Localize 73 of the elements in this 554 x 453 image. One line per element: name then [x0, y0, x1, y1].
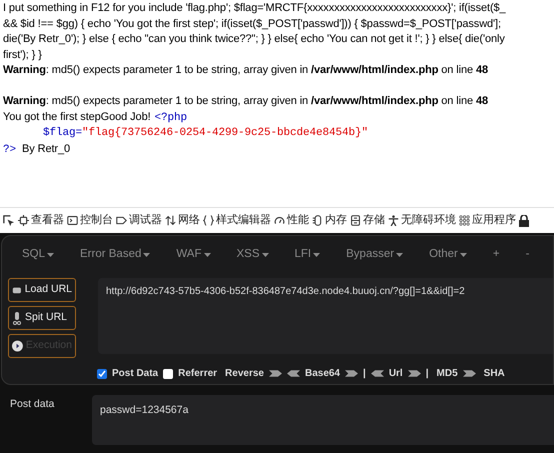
- chevron-right-icon[interactable]: [462, 370, 476, 377]
- devtools-tab[interactable]: 查看器: [18, 212, 64, 229]
- menu-item[interactable]: LFI: [294, 246, 320, 264]
- caret-icon: [313, 253, 320, 257]
- person-icon: [388, 215, 399, 226]
- code-output-line: && $id !== $gg) { echo 'You got the first step'; if(isset($_POST['passwd'])) { $passwd=$_POST['passwd'];: [3, 16, 502, 32]
- devtools-tab[interactable]: 网络: [165, 212, 200, 229]
- result-message: You got the first stepGood Job!: [3, 110, 151, 124]
- php-variable: $flag=: [43, 126, 82, 141]
- caret-icon: [47, 253, 54, 257]
- warning-message: Warning: md5() expects parameter 1 to be string, array given in /var/www/html/index.php on line 48: [3, 63, 490, 78]
- checkbox[interactable]: [97, 368, 107, 378]
- separator: |: [426, 367, 429, 381]
- php-open-tag: <?php: [154, 110, 188, 126]
- caret-icon: [460, 253, 467, 257]
- devtools-tab[interactable]: 控制台: [67, 212, 113, 229]
- devtools-tab[interactable]: 应用程序: [459, 212, 516, 229]
- chevron-right-icon[interactable]: [268, 370, 282, 377]
- devtools-tab[interactable]: 性能: [274, 212, 309, 229]
- separator: |: [363, 367, 366, 381]
- checkbox[interactable]: [163, 368, 174, 378]
- play-icon: [12, 340, 23, 352]
- devtools-tab[interactable]: 无障碍环境: [388, 212, 456, 229]
- author-text: By Retr_0: [22, 142, 70, 156]
- menu-item[interactable]: XSS: [236, 246, 269, 264]
- lock-icon[interactable]: [519, 214, 529, 226]
- chevron-right-icon[interactable]: [345, 370, 358, 377]
- devtools-tab[interactable]: 存储: [350, 212, 385, 229]
- menu-item[interactable]: Bypasser: [346, 246, 404, 264]
- php-close-tag: ?>: [3, 142, 16, 158]
- hackbar-button[interactable]: Load URL: [8, 278, 76, 302]
- encoder-label: Reverse: [225, 367, 264, 381]
- console-icon: [67, 215, 78, 226]
- menu-item[interactable]: SQL: [22, 246, 54, 264]
- post-data-field[interactable]: passwd=1234567a: [92, 395, 554, 445]
- post-data-label: Post data: [10, 397, 56, 412]
- grid-icon: [459, 215, 470, 226]
- menu-item[interactable]: WAF: [176, 246, 210, 264]
- pointer-picker-icon[interactable]: [2, 214, 15, 227]
- chevron-left-icon[interactable]: [286, 370, 300, 377]
- caret-icon: [262, 253, 269, 257]
- frame-icon: [18, 215, 29, 226]
- chevron-right-icon[interactable]: [408, 370, 421, 377]
- storage-icon: [350, 215, 361, 226]
- code-output-line: die('By Retr_0'); } else { echo "can you think twice??"; } } else{ echo 'You can not get it !'; } } else{ die('only: [3, 32, 506, 47]
- arrows-icon: [165, 215, 176, 226]
- caret-icon: [143, 253, 150, 257]
- devtools-tab[interactable]: 内存: [312, 212, 347, 229]
- encoder-label: SHA: [484, 367, 505, 381]
- code-output-line: first'); } }: [3, 48, 43, 62]
- menu-item[interactable]: Error Based: [80, 246, 150, 264]
- flag-string: "flag{73756246-0254-4299-9c25-bbcde4e8454b}": [82, 126, 368, 141]
- braces-icon: [203, 215, 214, 226]
- tag-icon: [116, 215, 127, 226]
- checkbox-label: Post Data: [112, 367, 158, 381]
- encoder-label: Url: [388, 367, 403, 381]
- menu-item[interactable]: Other: [429, 246, 467, 264]
- chevron-left-icon[interactable]: [370, 370, 384, 377]
- caret-icon: [204, 253, 210, 257]
- menu-item[interactable]: -: [526, 246, 530, 264]
- devtools-tab[interactable]: 调试器: [116, 212, 162, 229]
- caret-icon: [396, 253, 404, 257]
- hackbar-button[interactable]: Spit URL: [8, 306, 76, 330]
- code-output-line: I put something in F12 for you include 'flag.php'; $flag='MRCTF{xxxxxxxxxxxxxxxxxxxxxxxxxx}'; if(isset($_: [3, 1, 507, 16]
- warning-message: Warning: md5() expects parameter 1 to be string, array given in /var/www/html/index.php on line 48: [3, 94, 490, 109]
- encoder-label: Base64: [304, 367, 340, 381]
- encoder-label: MD5: [436, 367, 458, 381]
- url-field[interactable]: http://6d92c743-57b5-4306-b52f-836487e74d3e.node4.buuoj.cn/?gg[]=1&&id[]=2: [98, 278, 553, 354]
- gauge-icon: [274, 215, 285, 226]
- chip-icon: [312, 215, 323, 226]
- devtools-tab[interactable]: 样式编辑器: [203, 212, 271, 229]
- checkbox-label: Referrer: [178, 367, 218, 381]
- menu-item[interactable]: +: [492, 246, 500, 264]
